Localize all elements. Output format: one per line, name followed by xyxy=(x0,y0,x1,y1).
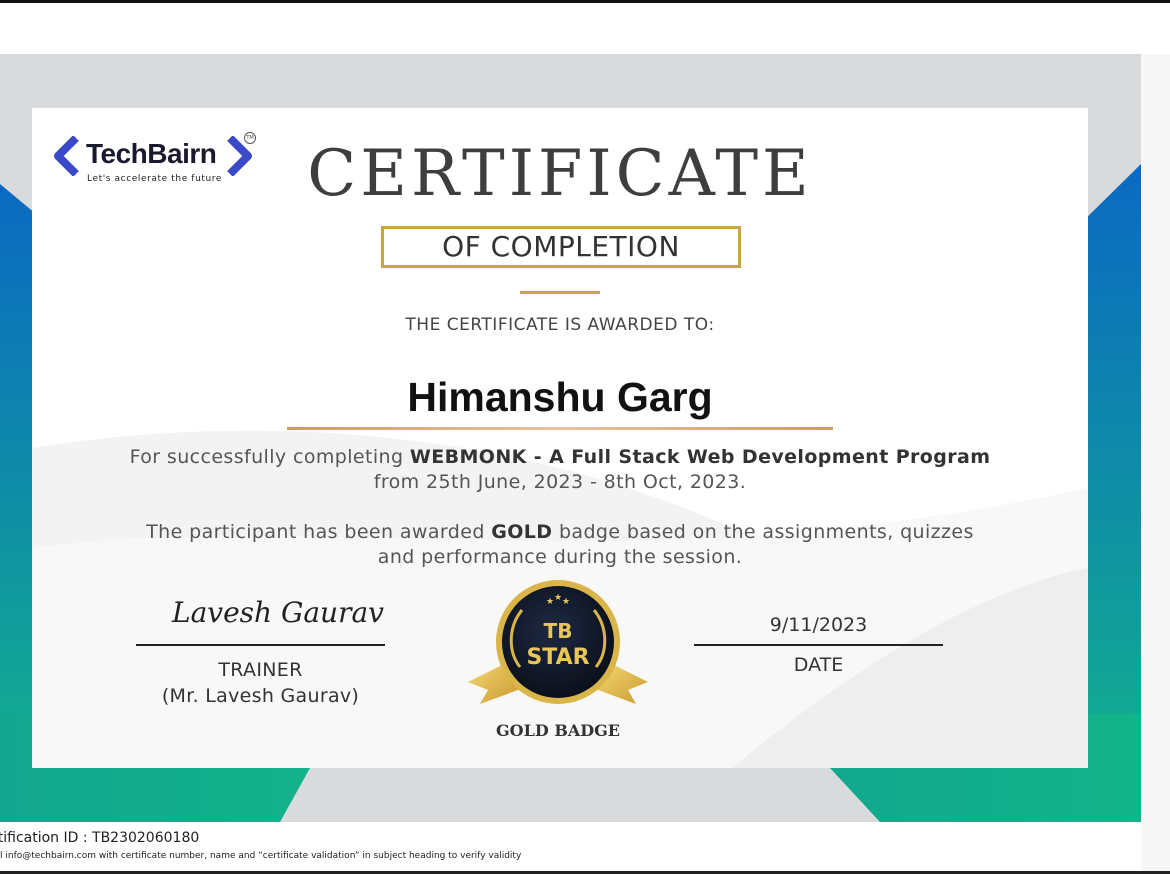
date-range: from 25th June, 2023 - 8th Oct, 2023. xyxy=(373,471,747,493)
recipient-name: Himanshu Garg xyxy=(407,374,713,420)
star-icon: ★ xyxy=(546,597,554,607)
name-underline xyxy=(287,427,833,430)
program-name: WEBMONK - A Full Stack Web Development P… xyxy=(409,446,991,468)
certificate-title: CERTIFICATE xyxy=(307,137,813,211)
issue-date: 9/11/2023 xyxy=(769,614,868,636)
date-line xyxy=(694,644,943,646)
award-level: GOLD xyxy=(491,521,553,543)
award-prefix: The participant has been awarded xyxy=(146,521,485,543)
award-statement: The participant has been awarded GOLD ba… xyxy=(32,520,1088,570)
star-icon: ★ xyxy=(562,597,570,607)
trainer-signature: Lavesh Gaurav xyxy=(172,596,384,629)
verification-note: ail info@techbairn.com with certificate … xyxy=(0,851,522,861)
certification-id: rtification ID : TB2302060180 xyxy=(0,830,200,846)
badge-label: GOLD BADGE xyxy=(496,721,620,740)
badge-line-1: TB xyxy=(544,619,573,643)
program-description: For successfully completing WEBMONK - A … xyxy=(32,445,1088,495)
awarded-to-label: THE CERTIFICATE IS AWARDED TO: xyxy=(405,315,715,335)
description-prefix: For successfully completing xyxy=(129,446,404,468)
date-label: DATE xyxy=(793,654,844,676)
certificate-subtitle: OF COMPLETION xyxy=(381,226,741,268)
star-icon: ★ xyxy=(554,593,562,603)
badge-line-2: STAR xyxy=(526,645,589,670)
award-suffix: badge based on the assignments, quizzes xyxy=(558,521,974,543)
certificate-card: TechBairn TM Let's accelerate the future… xyxy=(32,108,1088,768)
award-line-2: and performance during the session. xyxy=(377,546,743,568)
top-border xyxy=(0,0,1170,3)
signature-line xyxy=(136,644,385,646)
gold-badge-emblem: ★ ★ ★ TB STAR xyxy=(468,580,648,704)
trainer-block: TRAINER (Mr. Lavesh Gaurav) xyxy=(136,657,385,709)
trainer-label: TRAINER xyxy=(218,659,303,681)
right-margin xyxy=(1141,54,1170,871)
trainer-name: (Mr. Lavesh Gaurav) xyxy=(161,685,360,707)
gold-divider xyxy=(520,291,600,294)
